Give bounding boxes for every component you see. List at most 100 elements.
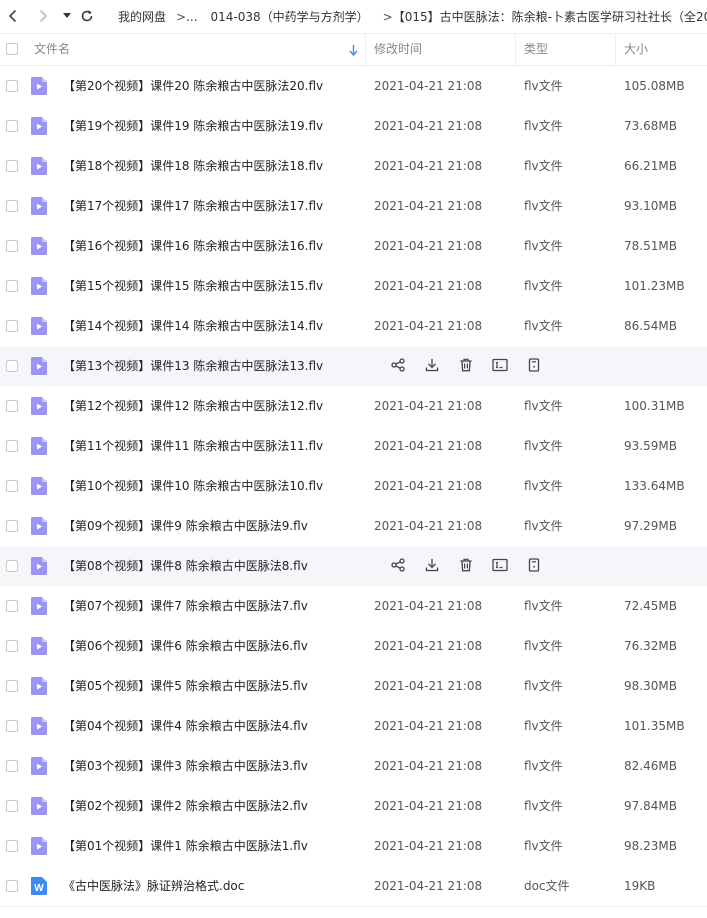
file-row[interactable]: 【第04个视频】课件4 陈余粮古中医脉法4.flv 2021-04-21 21:0… (0, 706, 707, 746)
file-name[interactable]: 【第13个视频】课件13 陈余粮古中医脉法13.flv (63, 346, 323, 386)
delete-button[interactable] (456, 556, 476, 576)
modified-time: 2021-04-21 21:08 (374, 279, 483, 293)
file-name[interactable]: 【第06个视频】课件6 陈余粮古中医脉法6.flv (63, 626, 308, 666)
file-name[interactable]: 【第18个视频】课件18 陈余粮古中医脉法18.flv (63, 146, 323, 186)
file-row[interactable]: 【第02个视频】课件2 陈余粮古中医脉法2.flv 2021-04-21 21:0… (0, 786, 707, 826)
file-name[interactable]: 【第01个视频】课件1 陈余粮古中医脉法1.flv (63, 826, 308, 866)
file-name[interactable]: 【第20个视频】课件20 陈余粮古中医脉法20.flv (63, 66, 323, 106)
file-row[interactable]: 【第05个视频】课件5 陈余粮古中医脉法5.flv 2021-04-21 21:0… (0, 666, 707, 706)
file-name[interactable]: 【第05个视频】课件5 陈余粮古中医脉法5.flv (63, 666, 308, 706)
file-name[interactable]: 【第19个视频】课件19 陈余粮古中医脉法19.flv (63, 106, 323, 146)
file-row[interactable]: 【第03个视频】课件3 陈余粮古中医脉法3.flv 2021-04-21 21:0… (0, 746, 707, 786)
file-row[interactable]: 【第08个视频】课件8 陈余粮古中医脉法8.flv (0, 546, 707, 586)
row-checkbox[interactable] (6, 520, 18, 532)
file-row[interactable]: 【第18个视频】课件18 陈余粮古中医脉法18.flv 2021-04-21 21… (0, 146, 707, 186)
row-checkbox[interactable] (6, 840, 18, 852)
select-all-checkbox[interactable] (6, 43, 18, 55)
column-header-modified[interactable]: 修改时间 (374, 34, 422, 65)
file-name[interactable]: 【第03个视频】课件3 陈余粮古中医脉法3.flv (63, 746, 308, 786)
file-name[interactable]: 【第07个视频】课件7 陈余粮古中医脉法7.flv (63, 586, 308, 626)
file-name[interactable]: 《古中医脉法》脉证辨治格式.doc (63, 866, 244, 906)
file-row[interactable]: 【第14个视频】课件14 陈余粮古中医脉法14.flv 2021-04-21 21… (0, 306, 707, 346)
file-type: flv文件 (524, 479, 563, 493)
share-button[interactable] (388, 556, 408, 576)
file-name[interactable]: 【第12个视频】课件12 陈余粮古中医脉法12.flv (63, 386, 323, 426)
breadcrumb-item-root[interactable]: 我的网盘 (118, 8, 166, 25)
row-checkbox[interactable] (6, 480, 18, 492)
row-checkbox[interactable] (6, 800, 18, 812)
forward-button[interactable] (34, 5, 52, 27)
row-checkbox[interactable] (6, 560, 18, 572)
file-row[interactable]: 【第01个视频】课件1 陈余粮古中医脉法1.flv 2021-04-21 21:0… (0, 826, 707, 866)
modified-time: 2021-04-21 21:08 (374, 799, 483, 813)
row-checkbox[interactable] (6, 600, 18, 612)
file-type: flv文件 (524, 719, 563, 733)
row-checkbox[interactable] (6, 440, 18, 452)
row-checkbox[interactable] (6, 320, 18, 332)
rename-button[interactable] (490, 356, 510, 376)
file-row[interactable]: 【第15个视频】课件15 陈余粮古中医脉法15.flv 2021-04-21 21… (0, 266, 707, 306)
file-name[interactable]: 【第10个视频】课件10 陈余粮古中医脉法10.flv (63, 466, 323, 506)
breadcrumb-item-current[interactable]: 【015】古中医脉法：陈余粮-卜素古医学研习社社长（全20讲 (393, 8, 707, 25)
file-row[interactable]: 【第17个视频】课件17 陈余粮古中医脉法17.flv 2021-04-21 21… (0, 186, 707, 226)
row-checkbox[interactable] (6, 280, 18, 292)
more-button[interactable] (524, 556, 544, 576)
file-name[interactable]: 【第08个视频】课件8 陈余粮古中医脉法8.flv (63, 546, 308, 586)
file-name[interactable]: 【第17个视频】课件17 陈余粮古中医脉法17.flv (63, 186, 323, 226)
row-checkbox[interactable] (6, 80, 18, 92)
file-row[interactable]: 【第16个视频】课件16 陈余粮古中医脉法16.flv 2021-04-21 21… (0, 226, 707, 266)
file-name[interactable]: 【第11个视频】课件11 陈余粮古中医脉法11.flv (63, 426, 323, 466)
column-header-type[interactable]: 类型 (524, 34, 548, 65)
file-size: 100.31MB (624, 399, 685, 413)
file-row[interactable]: 【第19个视频】课件19 陈余粮古中医脉法19.flv 2021-04-21 21… (0, 106, 707, 146)
modified-time: 2021-04-21 21:08 (374, 719, 483, 733)
rename-button[interactable] (490, 556, 510, 576)
row-checkbox[interactable] (6, 200, 18, 212)
row-checkbox[interactable] (6, 160, 18, 172)
history-dropdown-button[interactable] (60, 5, 74, 27)
file-name[interactable]: 【第16个视频】课件16 陈余粮古中医脉法16.flv (63, 226, 323, 266)
download-button[interactable] (422, 556, 442, 576)
file-row[interactable]: 【第13个视频】课件13 陈余粮古中医脉法13.flv (0, 346, 707, 386)
file-row[interactable]: 【第20个视频】课件20 陈余粮古中医脉法20.flv 2021-04-21 21… (0, 66, 707, 106)
file-row[interactable]: 【第11个视频】课件11 陈余粮古中医脉法11.flv 2021-04-21 21… (0, 426, 707, 466)
row-checkbox[interactable] (6, 120, 18, 132)
share-button[interactable] (388, 356, 408, 376)
file-name[interactable]: 【第14个视频】课件14 陈余粮古中医脉法14.flv (63, 306, 323, 346)
column-header-size[interactable]: 大小 (624, 34, 648, 65)
delete-button[interactable] (456, 356, 476, 376)
row-checkbox[interactable] (6, 400, 18, 412)
row-checkbox[interactable] (6, 720, 18, 732)
breadcrumb-item-ellipsis[interactable]: ... (186, 10, 197, 24)
file-row[interactable]: W 《古中医脉法》脉证辨治格式.doc 2021-04-21 21:08 doc文件 1… (0, 866, 707, 906)
file-type: flv文件 (524, 239, 563, 253)
video-file-icon (31, 677, 47, 695)
row-checkbox[interactable] (6, 240, 18, 252)
video-file-icon (31, 797, 47, 815)
sort-arrow-down-icon[interactable] (349, 45, 358, 56)
row-checkbox[interactable] (6, 360, 18, 372)
file-row[interactable]: 【第10个视频】课件10 陈余粮古中医脉法10.flv 2021-04-21 21… (0, 466, 707, 506)
more-button[interactable] (524, 356, 544, 376)
row-checkbox[interactable] (6, 640, 18, 652)
file-row[interactable]: 【第12个视频】课件12 陈余粮古中医脉法12.flv 2021-04-21 21… (0, 386, 707, 426)
download-button[interactable] (422, 356, 442, 376)
file-name[interactable]: 【第02个视频】课件2 陈余粮古中医脉法2.flv (63, 786, 308, 826)
rename-icon (492, 558, 508, 575)
file-name[interactable]: 【第09个视频】课件9 陈余粮古中医脉法9.flv (63, 506, 308, 546)
refresh-button[interactable] (78, 5, 96, 27)
column-divider (515, 34, 516, 65)
back-button[interactable] (4, 5, 22, 27)
file-row[interactable]: 【第06个视频】课件6 陈余粮古中医脉法6.flv 2021-04-21 21:0… (0, 626, 707, 666)
row-checkbox[interactable] (6, 760, 18, 772)
file-row[interactable]: 【第07个视频】课件7 陈余粮古中医脉法7.flv 2021-04-21 21:0… (0, 586, 707, 626)
row-checkbox[interactable] (6, 880, 18, 892)
file-row[interactable]: 【第09个视频】课件9 陈余粮古中医脉法9.flv 2021-04-21 21:0… (0, 506, 707, 546)
file-name[interactable]: 【第04个视频】课件4 陈余粮古中医脉法4.flv (63, 706, 308, 746)
video-file-icon (31, 437, 47, 455)
column-header-name[interactable]: 文件名 (34, 34, 354, 65)
breadcrumb-item-parent[interactable]: 014-038（中药学与方剂学） (211, 8, 369, 25)
file-name[interactable]: 【第15个视频】课件15 陈余粮古中医脉法15.flv (63, 266, 323, 306)
download-icon (425, 358, 439, 375)
row-checkbox[interactable] (6, 680, 18, 692)
